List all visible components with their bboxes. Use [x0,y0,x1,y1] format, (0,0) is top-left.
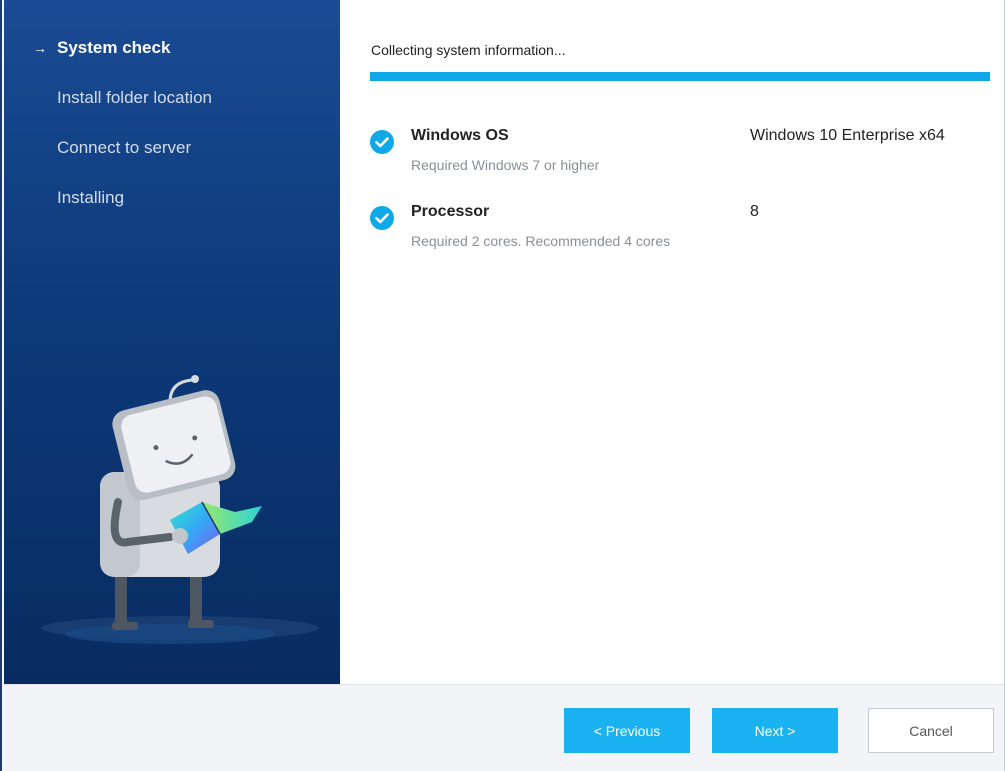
robot-mascot-illustration [42,375,318,644]
step-system-check: → System check [4,36,340,60]
installer-window: → System check Install folder location C… [0,0,1005,771]
check-item-processor: Processor Required 2 cores. Recommended … [370,203,1000,263]
progress-bar [370,72,990,81]
check-requirement: Required Windows 7 or higher [411,157,600,173]
step-list: → System check Install folder location C… [4,36,340,236]
step-connect-to-server: Connect to server [4,136,340,160]
progress-bar-fill [370,72,990,81]
next-button[interactable]: Next > [712,708,838,753]
step-label: System check [57,38,171,57]
check-name: Windows OS [411,127,509,144]
step-installing: Installing [4,186,340,210]
check-value: 8 [750,203,759,220]
check-circle-icon [370,206,394,230]
main-content: Collecting system information... Windows… [340,0,1004,684]
check-circle-icon [370,130,394,154]
check-name: Processor [411,203,490,220]
step-label: Installing [57,188,125,207]
check-value: Windows 10 Enterprise x64 [750,127,945,144]
previous-button[interactable]: < Previous [564,708,690,753]
check-requirement: Required 2 cores. Recommended 4 cores [411,233,671,249]
arrow-right-icon: → [33,40,47,56]
footer-bar: < Previous Next > Cancel [4,684,1004,771]
step-label: Install folder location [57,88,212,107]
check-item-windows-os: Windows OS Required Windows 7 or higher … [370,127,1000,187]
step-label: Connect to server [57,138,192,157]
step-install-folder-location: Install folder location [4,86,340,110]
status-text: Collecting system information... [371,42,566,58]
sidebar: → System check Install folder location C… [4,0,340,684]
cancel-button[interactable]: Cancel [868,708,994,753]
